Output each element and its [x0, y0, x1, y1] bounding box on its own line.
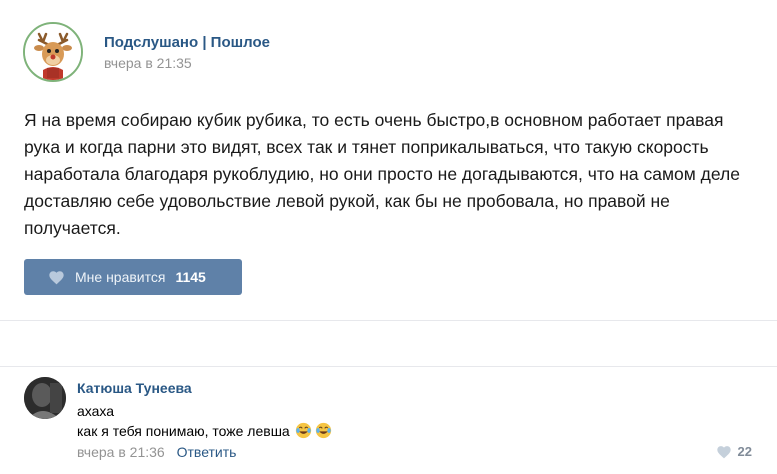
comment-text-line: ахаха — [77, 403, 115, 419]
comment-text: как я тебя понимаю, тоже левша — [77, 422, 290, 439]
heart-icon — [49, 270, 64, 284]
comment-meta: вчера в 21:36 Ответить — [77, 444, 236, 460]
comment-text-line: как я тебя понимаю, тоже левша — [77, 422, 332, 439]
deer-mascot-icon — [25, 24, 81, 80]
like-label: Мне нравится — [75, 269, 166, 285]
tears-of-joy-emoji-icon — [295, 422, 311, 439]
comment-like-button[interactable]: 22 — [716, 444, 752, 459]
post-time[interactable]: вчера в 21:35 — [104, 55, 192, 71]
like-button[interactable]: Мне нравится 1145 — [24, 259, 242, 295]
comment-like-count: 22 — [737, 444, 752, 459]
post: Подслушано | Пошлое вчера в 21:35 Я на в… — [0, 0, 777, 320]
divider — [0, 366, 777, 367]
heart-icon — [716, 445, 731, 458]
commenter-avatar[interactable] — [24, 377, 66, 419]
reply-button[interactable]: Ответить — [177, 444, 237, 460]
avatar-photo-icon — [24, 377, 66, 419]
comment-time[interactable]: вчера в 21:36 — [77, 444, 165, 460]
community-avatar[interactable] — [23, 22, 83, 82]
post-author[interactable]: Подслушано | Пошлое — [104, 34, 270, 51]
like-count: 1145 — [175, 269, 206, 285]
comment-author[interactable]: Катюша Тунеева — [77, 380, 192, 396]
post-text: Я на время собираю кубик рубика, то есть… — [24, 110, 740, 238]
tears-of-joy-emoji-icon — [315, 422, 331, 439]
divider — [0, 320, 777, 321]
